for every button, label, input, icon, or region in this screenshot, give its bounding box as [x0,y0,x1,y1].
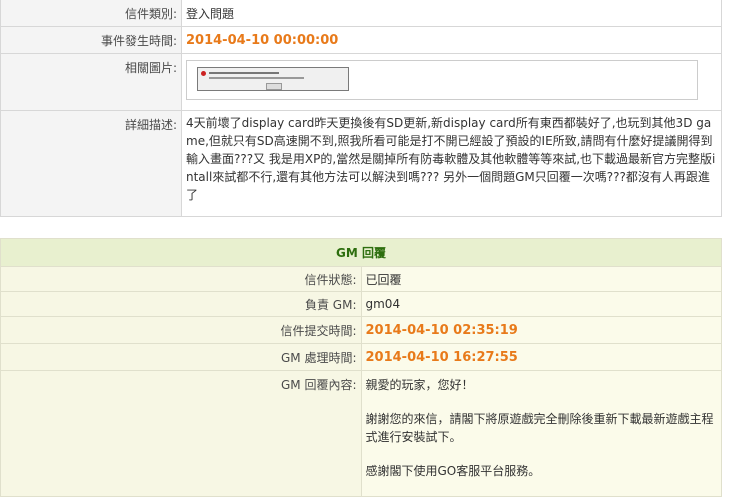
reply-content: 親愛的玩家，您好！ 謝謝您的來信，請閣下將原遊戲完全刪除後重新下載最新遊戲主程式… [360,370,722,497]
category-value: 登入問題 [181,0,722,27]
content-label: GM 回覆內容: [0,370,362,497]
submit-time-label: 信件提交時間: [0,316,362,344]
image-container [186,60,698,100]
process-time-value: 2014-04-10 16:27:55 [360,343,722,371]
event-time-label: 事件發生時間: [0,26,182,54]
description-label: 詳細描述: [0,110,182,217]
images-cell [181,53,722,111]
event-time-value: 2014-04-10 00:00:00 [181,26,722,54]
reply-closing: 感謝閣下使用GO客服平台服務。 [365,464,541,478]
process-time-label: GM 處理時間: [0,343,362,371]
error-icon [201,71,206,76]
status-label: 信件狀態: [0,266,362,292]
gm-reply-table: GM 回覆 信件狀態: 已回覆 負責 GM: gm04 信件提交時間: 2014… [0,238,722,497]
ticket-detail-table: 信件類別: 登入問題 事件發生時間: 2014-04-10 00:00:00 相… [0,0,722,217]
gm-reply-header: GM 回覆 [0,238,722,267]
images-label: 相關圖片: [0,53,182,111]
reply-body: 謝謝您的來信，請閣下將原遊戲完全刪除後重新下載最新遊戲主程式進行安裝試下。 [365,412,714,444]
description-value: 4天前壞了display card昨天更換後有SD更新,新display car… [181,110,722,217]
gm-value: gm04 [360,291,722,317]
reply-greeting: 親愛的玩家，您好！ [365,378,474,392]
submit-time-value: 2014-04-10 02:35:19 [360,316,722,344]
status-value: 已回覆 [360,266,722,292]
category-label: 信件類別: [0,0,182,27]
gm-label: 負責 GM: [0,291,362,317]
screenshot-thumbnail[interactable] [197,67,349,91]
